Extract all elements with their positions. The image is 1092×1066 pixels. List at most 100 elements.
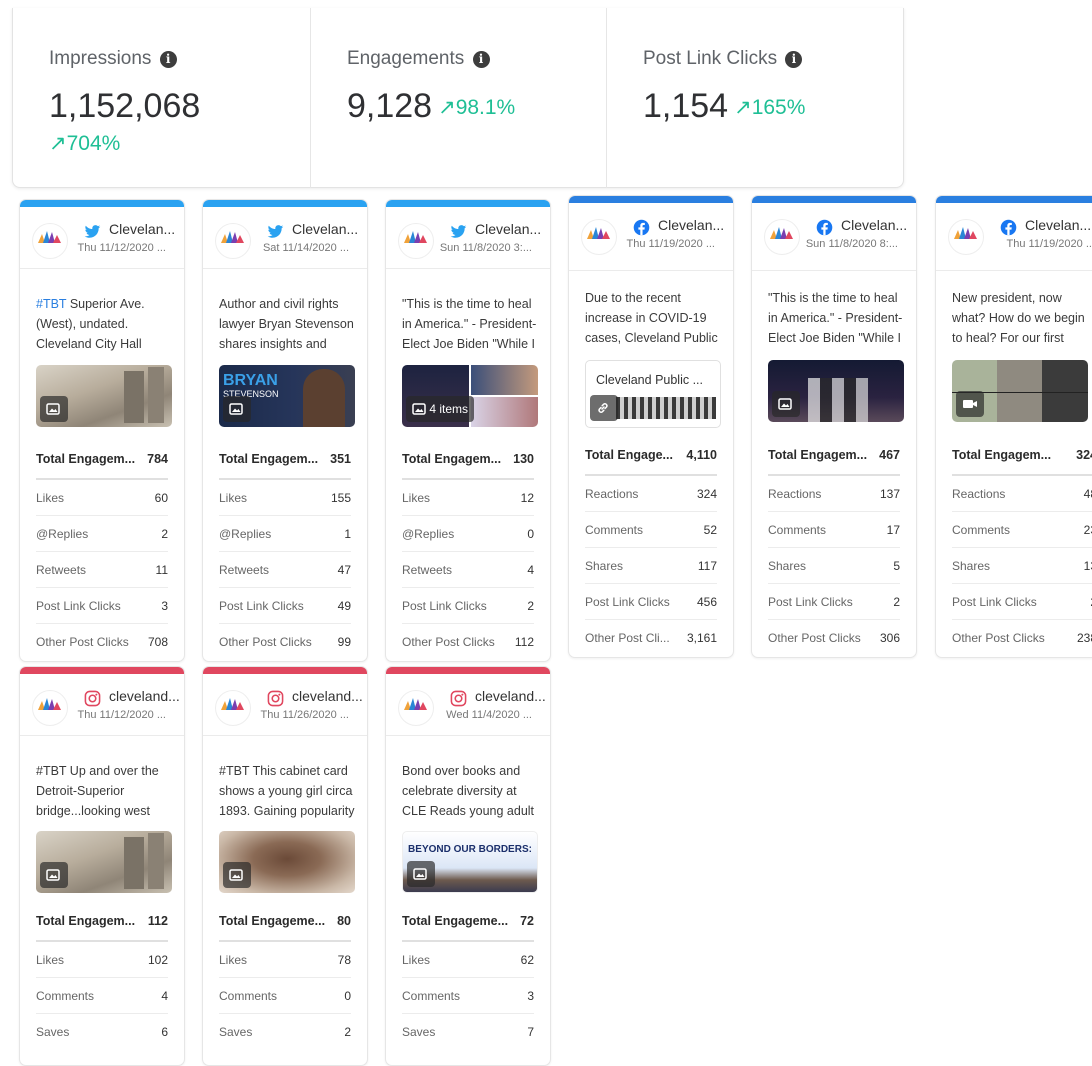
avatar	[764, 219, 800, 255]
total-engagement-row: Total Engageme... 80	[219, 902, 351, 942]
account-name[interactable]: cleveland...	[475, 688, 546, 704]
post-caption: Due to the recent increase in COVID-19 c…	[585, 291, 718, 345]
stat-value: 708	[147, 635, 168, 649]
stat-label: Retweets	[219, 562, 270, 577]
stat-value: 17	[886, 522, 900, 537]
stat-row: Likes 78	[219, 942, 351, 978]
account-name[interactable]: Clevelan...	[1025, 217, 1091, 233]
stat-label: Shares	[585, 558, 624, 573]
account-name[interactable]: Clevelan...	[292, 221, 358, 237]
stat-label: @Replies	[36, 526, 89, 541]
account-name[interactable]: cleveland...	[292, 688, 363, 704]
impressions-value: 1,152,068	[49, 87, 201, 125]
link-preview[interactable]: Cleveland Public ...	[585, 360, 721, 428]
account-name[interactable]: Clevelan...	[475, 221, 541, 237]
stat-row: Retweets 4	[402, 552, 534, 588]
stat-label: Shares	[952, 558, 991, 573]
stat-value: 78	[337, 952, 351, 967]
stat-value: 13	[1083, 558, 1092, 573]
stat-value: 117	[697, 558, 717, 573]
stat-value: 784	[147, 452, 168, 466]
stat-label: Comments	[768, 522, 827, 537]
summary-metrics-panel: Impressions i 1,152,068 ↗704% Engagement…	[12, 8, 904, 188]
stat-label: Other Post Cli...	[585, 631, 670, 645]
total-engagement-row: Total Engagem... 130	[402, 440, 534, 480]
account-name[interactable]: Clevelan...	[658, 217, 724, 233]
stat-value: 238	[1076, 631, 1092, 645]
stat-row: Comments 4	[36, 978, 168, 1014]
post-image[interactable]	[36, 365, 172, 427]
facebook-network-bar	[569, 196, 733, 203]
hashtag-link[interactable]: #TBT	[36, 297, 66, 311]
account-name[interactable]: Clevelan...	[109, 221, 175, 237]
stat-value: 4	[527, 562, 534, 577]
post-image[interactable]: BEYOND OUR BORDERS:	[402, 831, 538, 893]
image-badge	[223, 396, 251, 422]
video-icon	[963, 400, 977, 408]
post-caption: #TBT Superior Ave. (West), undated. Clev…	[36, 297, 145, 351]
post-image-gallery[interactable]: 4 items	[402, 365, 538, 427]
stat-value: 0	[527, 526, 534, 541]
link-preview-title: Cleveland Public ...	[596, 373, 704, 387]
stats-list: Total Engagem... 112 Likes 102 Comments 4 S…	[36, 902, 168, 1050]
post-date: Wed 11/4/2020 ...	[446, 709, 532, 721]
stat-label: Other Post Clicks	[402, 635, 495, 649]
post-card[interactable]: cleveland... Wed 11/4/2020 ... Bond over…	[385, 666, 551, 1066]
twitter-network-bar	[386, 200, 550, 207]
stat-label: Likes	[402, 490, 431, 505]
info-icon[interactable]: i	[159, 51, 177, 68]
stat-value: 324	[1076, 448, 1092, 462]
stat-label: Other Post Clicks	[952, 631, 1045, 645]
facebook-network-bar	[752, 196, 916, 203]
card-header: cleveland... Thu 11/12/2020 ...	[20, 674, 184, 736]
stat-row: Post Link Clicks 2	[402, 588, 534, 624]
post-link-clicks-change: ↗165%	[734, 96, 806, 119]
stat-label: Comments	[36, 988, 95, 1003]
stat-value: 60	[154, 490, 168, 505]
post-card[interactable]: Clevelan... Sun 11/8/2020 3:... "This is…	[385, 199, 551, 662]
post-image[interactable]	[219, 831, 355, 893]
stat-value: 72	[520, 914, 534, 928]
stat-value: 11	[155, 562, 168, 577]
stats-list: Total Engagem... 784 Likes 60 @Replies 2 Re…	[36, 440, 168, 660]
post-image[interactable]	[36, 831, 172, 893]
card-header: Clevelan... Sun 11/8/2020 3:...	[386, 207, 550, 269]
stat-label: Saves	[219, 1025, 253, 1039]
post-date: Thu 11/19/2020 ...	[626, 238, 715, 250]
info-icon[interactable]: i	[785, 51, 803, 68]
stats-list: Total Engagem... 467 Reactions 137 Comment…	[768, 436, 900, 656]
stat-value: 5	[893, 558, 900, 573]
post-card[interactable]: Clevelan... Sun 11/8/2020 8:... "This is…	[751, 195, 917, 658]
account-name[interactable]: cleveland...	[109, 688, 180, 704]
instagram-icon	[267, 690, 284, 707]
post-card[interactable]: Clevelan... Thu 11/19/2020 ... Due to th…	[568, 195, 734, 658]
stat-label: Reactions	[952, 486, 1006, 501]
total-engagement-row: Total Engageme... 72	[402, 902, 534, 942]
post-card[interactable]: Clevelan... Thu 11/19/2020 ... New presi…	[935, 195, 1092, 658]
post-image[interactable]	[768, 360, 904, 422]
avatar	[948, 219, 984, 255]
stat-row: Reactions 48	[952, 476, 1092, 512]
post-card[interactable]: Clevelan... Thu 11/12/2020 ... #TBT Supe…	[19, 199, 185, 662]
image-badge	[772, 391, 800, 417]
stat-value: 2	[527, 598, 534, 613]
total-engagement-row: Total Engagem... 324	[952, 436, 1092, 476]
stat-value: 112	[514, 635, 534, 649]
facebook-icon	[816, 219, 833, 236]
stat-label: Shares	[768, 558, 807, 573]
post-image[interactable]: BRYAN STEVENSON	[219, 365, 355, 427]
post-video[interactable]	[952, 360, 1088, 422]
stat-value: 7	[527, 1025, 534, 1039]
info-icon[interactable]: i	[472, 51, 490, 68]
image-icon	[413, 868, 427, 880]
account-name[interactable]: Clevelan...	[841, 217, 907, 233]
image-badge	[40, 862, 68, 888]
stat-row: Shares 117	[585, 548, 717, 584]
post-card[interactable]: cleveland... Thu 11/26/2020 ... #TBT Thi…	[202, 666, 368, 1066]
stat-label: Saves	[402, 1025, 436, 1039]
stat-value: 2	[893, 594, 900, 609]
stat-value: 324	[696, 486, 717, 501]
post-date: Thu 11/12/2020 ...	[77, 242, 166, 254]
post-card[interactable]: Clevelan... Sat 11/14/2020 ... Author an…	[202, 199, 368, 662]
post-card[interactable]: cleveland... Thu 11/12/2020 ... #TBT Up …	[19, 666, 185, 1066]
